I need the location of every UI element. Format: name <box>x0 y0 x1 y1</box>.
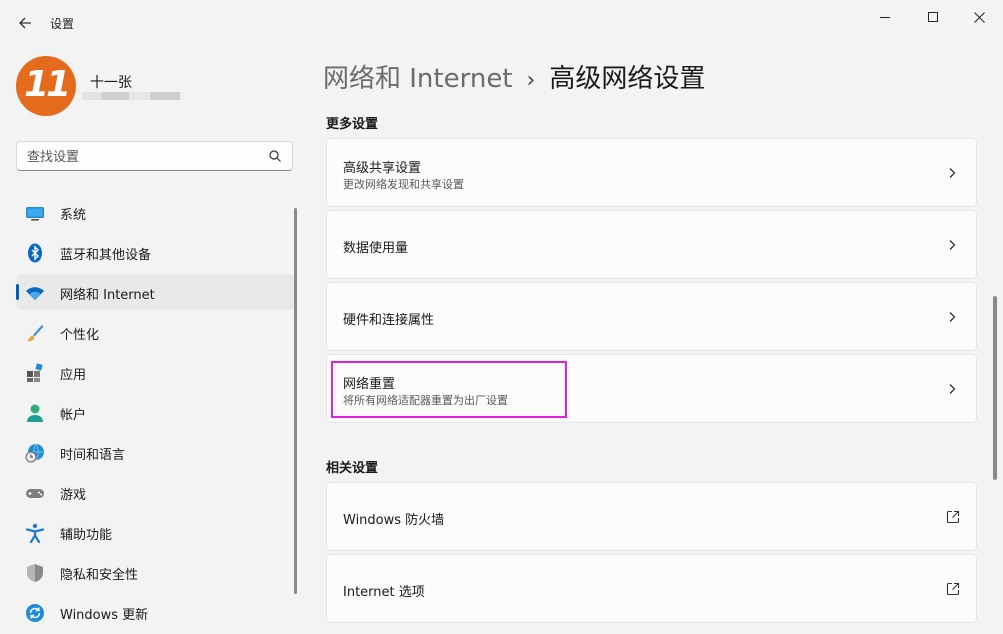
search-box[interactable] <box>16 141 293 171</box>
page-title: 高级网络设置 <box>549 64 706 94</box>
sidebar-item-label: 蓝牙和其他设备 <box>60 248 152 263</box>
user-email-blurred <box>82 92 180 100</box>
sidebar-item-windows-update[interactable]: Windows 更新 <box>16 594 295 630</box>
sidebar-item-label: 游戏 <box>60 488 87 503</box>
account-icon <box>27 404 43 422</box>
breadcrumb-parent[interactable]: 网络和 Internet <box>323 64 513 94</box>
setting-advanced-sharing[interactable]: 高级共享设置 更改网络发现和共享设置 <box>326 138 977 207</box>
card-title: Internet 选项 <box>343 585 425 600</box>
arrow-left-icon <box>19 17 31 29</box>
card-title: 高级共享设置 <box>343 161 422 176</box>
update-icon <box>26 604 44 622</box>
content-scrollbar[interactable] <box>993 296 997 480</box>
external-link-icon <box>946 582 960 596</box>
chevron-right-icon <box>949 312 956 322</box>
breadcrumb-separator: › <box>526 68 536 93</box>
search-input[interactable] <box>27 148 257 166</box>
active-indicator <box>16 284 19 300</box>
sidebar-item-gaming[interactable]: 游戏 <box>16 474 295 510</box>
minimize-icon <box>880 17 890 18</box>
sidebar-item-label: 应用 <box>60 368 87 383</box>
sidebar-item-personalization[interactable]: 个性化 <box>16 314 295 350</box>
bluetooth-icon <box>28 243 42 263</box>
shield-icon <box>27 564 43 582</box>
globe-clock-icon <box>25 443 44 463</box>
setting-internet-options[interactable]: Internet 选项 <box>326 554 977 623</box>
card-title: 硬件和连接属性 <box>343 313 435 328</box>
maximize-icon <box>928 12 938 22</box>
setting-hardware-properties[interactable]: 硬件和连接属性 <box>326 282 977 351</box>
setting-data-usage[interactable]: 数据使用量 <box>326 210 977 279</box>
card-subtitle: 更改网络发现和共享设置 <box>343 178 464 191</box>
external-link-icon <box>946 510 960 524</box>
apps-icon <box>27 363 43 382</box>
setting-windows-firewall[interactable]: Windows 防火墙 <box>326 482 977 551</box>
sidebar-item-label: 个性化 <box>60 328 100 343</box>
sidebar-item-label: 帐户 <box>60 408 87 423</box>
sidebar-item-network[interactable]: 网络和 Internet <box>16 274 295 310</box>
sidebar-item-accounts[interactable]: 帐户 <box>16 394 295 430</box>
title-bar: 设置 <box>0 0 1003 48</box>
brush-icon <box>27 325 44 342</box>
section-title-more: 更多设置 <box>326 117 379 132</box>
sidebar-item-label: 隐私和安全性 <box>60 568 139 583</box>
sidebar-item-label: 辅助功能 <box>60 528 113 543</box>
sidebar-scrollbar[interactable] <box>294 208 297 594</box>
maximize-button[interactable] <box>910 4 956 30</box>
sidebar-nav: 系统 蓝牙和其他设备 网络和 Internet 个性化 应用 帐户 时间和语言 … <box>16 194 295 634</box>
sidebar-item-bluetooth[interactable]: 蓝牙和其他设备 <box>16 234 295 270</box>
sidebar-item-system[interactable]: 系统 <box>16 194 295 230</box>
sidebar-item-time-language[interactable]: 时间和语言 <box>16 434 295 470</box>
card-title: Windows 防火墙 <box>343 513 445 528</box>
close-button[interactable] <box>956 4 1002 30</box>
system-icon <box>26 207 44 221</box>
accessibility-icon <box>25 523 45 543</box>
wifi-icon <box>26 287 44 300</box>
sidebar-item-label: 系统 <box>60 208 87 223</box>
sidebar-item-apps[interactable]: 应用 <box>16 354 295 390</box>
breadcrumb: 网络和 Internet › 高级网络设置 <box>323 58 705 95</box>
sidebar-item-privacy-security[interactable]: 隐私和安全性 <box>16 554 295 590</box>
chevron-right-icon <box>949 240 956 250</box>
sidebar-item-label: 网络和 Internet <box>60 288 155 303</box>
card-title: 数据使用量 <box>343 241 409 256</box>
chevron-right-icon <box>949 384 956 394</box>
minimize-button[interactable] <box>862 4 908 30</box>
user-name: 十一张 <box>90 75 132 91</box>
window-title: 设置 <box>50 17 75 31</box>
close-icon <box>973 11 985 23</box>
highlight-box <box>331 361 567 418</box>
back-button[interactable] <box>14 12 36 34</box>
chevron-right-icon <box>949 168 956 178</box>
sidebar-item-label: Windows 更新 <box>60 608 149 623</box>
sidebar-item-accessibility[interactable]: 辅助功能 <box>16 514 295 550</box>
section-title-related: 相关设置 <box>326 461 379 476</box>
avatar: 11 <box>16 56 76 116</box>
sidebar-item-label: 时间和语言 <box>60 448 126 463</box>
gamepad-icon <box>26 489 44 498</box>
search-icon <box>269 150 281 162</box>
